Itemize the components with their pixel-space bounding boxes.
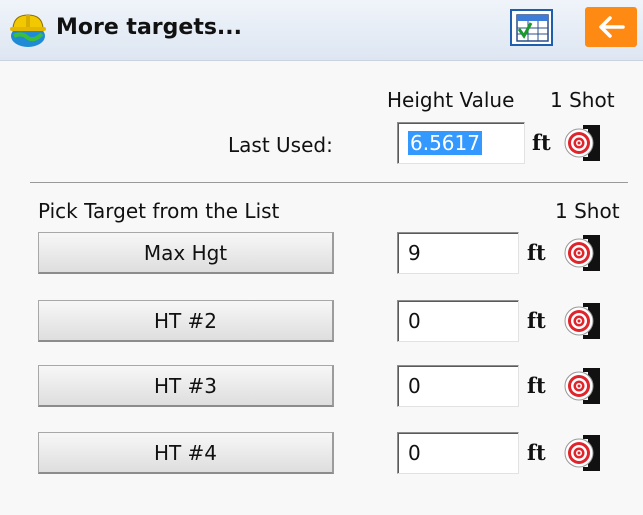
target-unit: ft (527, 373, 546, 398)
title-bar: More targets... (0, 0, 643, 61)
divider (30, 182, 628, 183)
list-title: Pick Target from the List (38, 199, 280, 223)
height-value-header: Height Value (387, 88, 515, 112)
target-unit: ft (527, 308, 546, 333)
last-used-unit: ft (532, 130, 551, 155)
last-used-label: Last Used: (228, 133, 333, 157)
arrow-left-icon (599, 16, 625, 38)
target-height-input[interactable]: 0 (397, 300, 519, 342)
one-shot-target-icon[interactable] (564, 231, 608, 275)
target-height-input[interactable]: 0 (397, 432, 519, 474)
one-shot-target-icon[interactable] (564, 431, 608, 475)
one-shot-target-icon[interactable] (564, 121, 608, 165)
last-used-value: 6.5617 (408, 131, 482, 155)
target-height-input[interactable]: 0 (397, 365, 519, 407)
hardhat-globe-icon (10, 14, 46, 47)
one-shot-target-icon[interactable] (564, 299, 608, 343)
target-button-max-hgt[interactable]: Max Hgt (38, 232, 334, 274)
target-button-ht2[interactable]: HT #2 (38, 300, 334, 342)
grid-view-button[interactable] (510, 9, 553, 46)
grid-check-icon (516, 14, 549, 42)
target-unit: ft (527, 440, 546, 465)
last-used-height-input[interactable]: 6.5617 (397, 122, 525, 164)
window-title: More targets... (56, 15, 243, 40)
target-button-ht3[interactable]: HT #3 (38, 365, 334, 407)
target-unit: ft (527, 240, 546, 265)
list-one-shot-header: 1 Shot (555, 199, 620, 223)
target-button-ht4[interactable]: HT #4 (38, 432, 334, 474)
target-height-input[interactable]: 9 (397, 232, 519, 274)
back-button[interactable] (585, 7, 637, 47)
one-shot-target-icon[interactable] (564, 364, 608, 408)
one-shot-header: 1 Shot (550, 88, 615, 112)
